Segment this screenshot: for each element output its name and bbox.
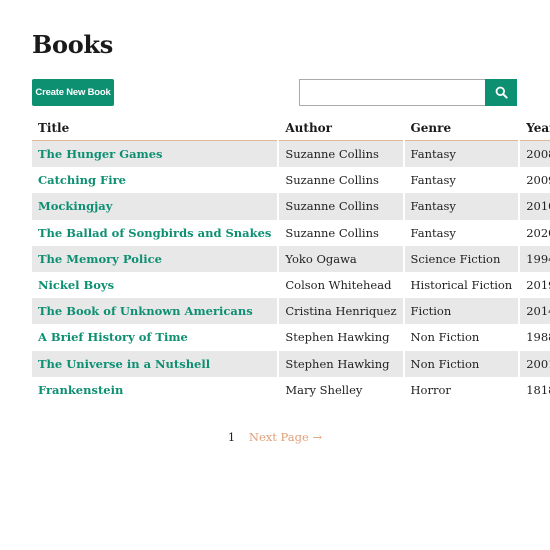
book-title-cell: The Universe in a Nutshell xyxy=(32,350,279,377)
book-genre-cell: Fantasy xyxy=(402,219,520,246)
book-title-link[interactable]: The Ballad of Songbirds and Snakes xyxy=(38,226,271,240)
column-header-author: Author xyxy=(277,116,404,141)
book-title-cell: Catching Fire xyxy=(32,167,279,194)
table-row: The Book of Unknown Americans Cristina He… xyxy=(32,298,550,325)
book-year-cell: 2020 xyxy=(518,219,550,246)
book-author-cell: Cristina Henriquez xyxy=(277,298,404,325)
book-year-cell: 2009 xyxy=(518,167,550,194)
book-author-cell: Suzanne Collins xyxy=(277,219,404,246)
search-input[interactable] xyxy=(299,79,485,106)
book-author-cell: Mary Shelley xyxy=(277,376,404,403)
table-body: The Hunger Games Suzanne Collins Fantasy 20… xyxy=(32,140,550,403)
book-year-cell: 1994 xyxy=(518,245,550,272)
books-table: Title Author Genre Year The Hunger Games… xyxy=(32,116,550,403)
book-title-cell: The Book of Unknown Americans xyxy=(32,298,279,325)
page-title: Books xyxy=(32,30,113,59)
book-year-cell: 2019 xyxy=(518,271,550,299)
book-title-cell: Frankenstein xyxy=(32,376,279,403)
book-title-link[interactable]: Catching Fire xyxy=(38,173,126,187)
book-year-cell: 2014 xyxy=(518,298,550,325)
table-row: The Universe in a Nutshell Stephen Hawkin… xyxy=(32,350,550,377)
book-year-cell: 1988 xyxy=(518,324,550,351)
book-year-cell: 2010 xyxy=(518,193,550,220)
book-title-cell: Mockingjay xyxy=(32,193,279,220)
book-genre-cell: Fantasy xyxy=(402,140,520,168)
book-title-link[interactable]: Mockingjay xyxy=(38,199,112,213)
book-author-cell: Stephen Hawking xyxy=(277,350,404,377)
book-year-cell: 1818 xyxy=(518,376,550,403)
book-genre-cell: Fiction xyxy=(402,298,520,325)
book-genre-cell: Fantasy xyxy=(402,167,520,194)
current-page-number: 1 xyxy=(227,430,236,444)
book-title-cell: The Ballad of Songbirds and Snakes xyxy=(32,219,279,246)
book-title-cell: The Hunger Games xyxy=(32,140,279,168)
book-title-cell: The Memory Police xyxy=(32,245,279,272)
table-row: The Ballad of Songbirds and Snakes Suzann… xyxy=(32,219,550,246)
book-genre-cell: Historical Fiction xyxy=(402,271,520,299)
book-year-cell: 2008 xyxy=(518,140,550,168)
column-header-year: Year xyxy=(518,116,550,141)
book-author-cell: Suzanne Collins xyxy=(277,167,404,194)
table-row: The Hunger Games Suzanne Collins Fantasy 20… xyxy=(32,140,550,168)
book-title-link[interactable]: Frankenstein xyxy=(38,383,123,397)
book-title-link[interactable]: Nickel Boys xyxy=(38,278,114,292)
book-author-cell: Suzanne Collins xyxy=(277,140,404,168)
book-genre-cell: Fantasy xyxy=(402,193,520,220)
table-row: Nickel Boys Colson Whitehead Historical Fi… xyxy=(32,271,550,299)
book-genre-cell: Non Fiction xyxy=(402,324,520,351)
table-row: Catching Fire Suzanne CollinsFantasy2009 xyxy=(32,167,550,194)
search-button[interactable] xyxy=(485,79,517,106)
book-author-cell: Stephen Hawking xyxy=(277,324,404,351)
pagination: 1 Next Page → xyxy=(0,430,550,444)
book-author-cell: Suzanne Collins xyxy=(277,193,404,220)
table-row: Frankenstein Mary ShelleyHorror1818 xyxy=(32,376,550,403)
table-row: Mockingjay Suzanne CollinsFantasy2010 xyxy=(32,193,550,220)
book-title-link[interactable]: The Book of Unknown Americans xyxy=(38,304,253,318)
next-page-link[interactable]: Next Page → xyxy=(249,430,322,444)
book-title-cell: Nickel Boys xyxy=(32,271,279,299)
book-genre-cell: Horror xyxy=(402,376,520,403)
books-page: Books Create New Book Title Author Genre… xyxy=(0,0,550,550)
book-author-cell: Colson Whitehead xyxy=(277,271,404,299)
book-title-link[interactable]: The Memory Police xyxy=(38,252,162,266)
search-icon xyxy=(495,86,508,99)
table-row: A Brief History of Time Stephen Hawking No… xyxy=(32,324,550,351)
book-title-link[interactable]: The Universe in a Nutshell xyxy=(38,357,210,371)
create-new-book-button[interactable]: Create New Book xyxy=(32,79,114,106)
table-row: The Memory Police Yoko Ogawa Science Ficti… xyxy=(32,245,550,272)
book-genre-cell: Non Fiction xyxy=(402,350,520,377)
book-title-link[interactable]: A Brief History of Time xyxy=(38,330,188,344)
column-header-title: Title xyxy=(32,116,279,141)
book-genre-cell: Science Fiction xyxy=(402,245,520,272)
column-header-genre: Genre xyxy=(402,116,520,141)
book-author-cell: Yoko Ogawa xyxy=(277,245,404,272)
book-year-cell: 2001 xyxy=(518,350,550,377)
book-title-cell: A Brief History of Time xyxy=(32,324,279,351)
book-title-link[interactable]: The Hunger Games xyxy=(38,147,162,161)
table-header-row: Title Author Genre Year xyxy=(32,116,550,141)
